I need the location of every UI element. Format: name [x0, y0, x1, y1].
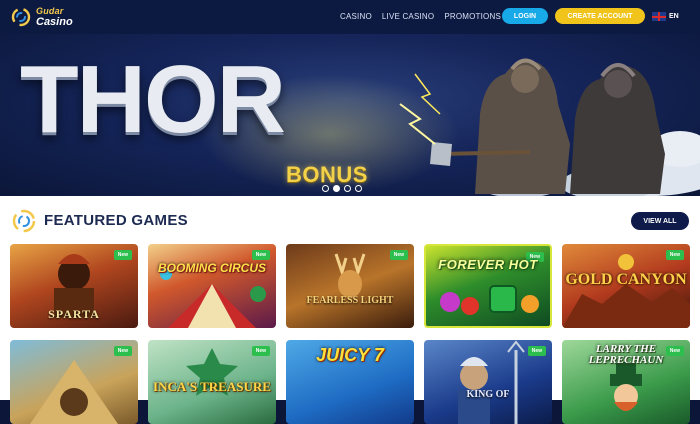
carousel-dots	[322, 185, 362, 192]
language-label: EN	[669, 13, 679, 20]
logo-text-top: Gudar	[36, 6, 64, 16]
nav-casino[interactable]: CASINO	[340, 12, 372, 21]
nav-live-casino[interactable]: LIVE CASINO	[382, 12, 434, 21]
new-badge: New	[389, 250, 408, 260]
language-selector[interactable]: EN	[652, 12, 679, 21]
game-tile-fearless-light[interactable]: New FEARLESS LIGHT	[286, 244, 414, 328]
hero-title: THOR	[20, 46, 286, 153]
game-tile-forever-hot[interactable]: New FOREVER HOT	[424, 244, 552, 328]
carousel-dot[interactable]	[322, 185, 329, 192]
create-account-button[interactable]: CREATE ACCOUNT	[555, 8, 645, 24]
game-tile-larry-the-leprechaun[interactable]: New LARRY THE LEPRECHAUN	[562, 340, 690, 424]
carousel-dot-active[interactable]	[333, 185, 340, 192]
new-badge: New	[251, 346, 270, 356]
logo-text-bottom: Casino	[36, 16, 73, 28]
game-title: SPARTA	[48, 307, 100, 321]
game-title: INCA'S TREASURE	[153, 379, 271, 394]
view-all-button[interactable]: VIEW ALL	[631, 212, 689, 230]
new-badge: New	[113, 346, 132, 356]
game-title: FEARLESS LIGHT	[306, 295, 394, 306]
top-header: Gudar Casino CASINO LIVE CASINO PROMOTIO…	[0, 0, 700, 34]
new-badge: New	[251, 250, 270, 260]
featured-games-section: FEATURED GAMES VIEW ALL New SPARTA New B…	[0, 196, 700, 424]
game-title: FOREVER HOT	[438, 257, 538, 272]
game-tile-booming-circus[interactable]: New BOOMING CIRCUS	[148, 244, 276, 328]
casino-logo[interactable]: Gudar Casino	[10, 5, 90, 31]
new-badge: New	[527, 346, 546, 356]
game-tile-sparta[interactable]: New SPARTA	[10, 244, 138, 328]
game-title: BOOMING CIRCUS	[158, 261, 266, 275]
game-tile-king-of[interactable]: New KING OF	[424, 340, 552, 424]
new-badge: New	[665, 250, 684, 260]
carousel-dot[interactable]	[344, 185, 351, 192]
featured-star-icon	[12, 209, 36, 233]
game-title: KING OF	[466, 389, 510, 400]
new-badge: New	[113, 250, 132, 260]
carousel-dot[interactable]	[355, 185, 362, 192]
section-title: FEATURED GAMES	[44, 212, 188, 229]
game-title: LARRY THE LEPRECHAUN	[588, 343, 664, 366]
login-button[interactable]: LOGIN	[502, 8, 548, 24]
uk-flag-icon	[652, 12, 666, 21]
game-tile-pyramid[interactable]: New	[10, 340, 138, 424]
main-nav: CASINO LIVE CASINO PROMOTIONS	[340, 12, 501, 21]
game-tile-incas-treasure[interactable]: New INCA'S TREASURE	[148, 340, 276, 424]
nav-promotions[interactable]: PROMOTIONS	[444, 12, 501, 21]
logo-swirl-icon	[11, 7, 31, 27]
game-title: GOLD CANYON	[565, 271, 687, 288]
game-tile-juicy-7[interactable]: JUICY 7	[286, 340, 414, 424]
thor-warriors-illustration	[399, 58, 700, 196]
hero-banner[interactable]: THOR BONUS	[0, 34, 700, 196]
game-tile-gold-canyon[interactable]: New GOLD CANYON	[562, 244, 690, 328]
game-title: JUICY 7	[316, 345, 384, 365]
